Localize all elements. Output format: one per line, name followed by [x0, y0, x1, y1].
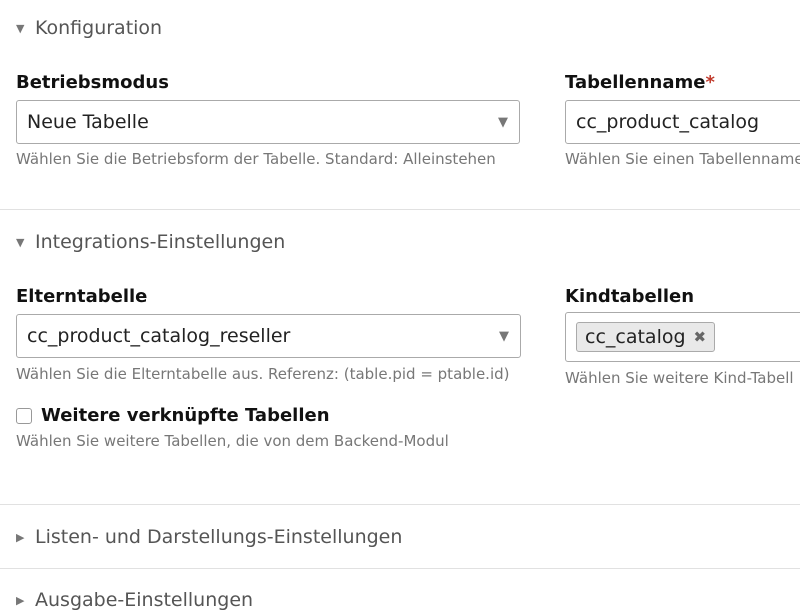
- tabellenname-value: cc_product_catalog: [576, 111, 760, 133]
- betriebsmodus-select[interactable]: Neue Tabelle ▼: [16, 100, 520, 144]
- section-konfiguration-toggle[interactable]: ▼ Konfiguration: [0, 14, 800, 42]
- kindtabellen-label: Kindtabellen: [565, 286, 695, 307]
- tabellenname-hint: Wählen Sie einen Tabellenname: [565, 150, 800, 168]
- betriebsmodus-hint: Wählen Sie die Betriebsform der Tabelle.…: [16, 150, 496, 168]
- section-title: Listen- und Darstellungs-Einstellungen: [35, 526, 403, 548]
- section-integration-toggle[interactable]: ▼ Integrations-Einstellungen: [0, 228, 800, 256]
- triangle-right-icon: ▶: [16, 593, 25, 607]
- section-title: Ausgabe-Einstellungen: [35, 589, 254, 611]
- elterntabelle-select[interactable]: cc_product_catalog_reseller ▼: [16, 314, 521, 358]
- betriebsmodus-value: Neue Tabelle: [27, 111, 149, 133]
- section-title: Integrations-Einstellungen: [35, 231, 286, 253]
- chip-label: cc_catalog: [585, 326, 686, 348]
- dropdown-arrow-icon: ▼: [498, 115, 508, 130]
- required-mark: *: [705, 72, 715, 93]
- section-listen-toggle[interactable]: ▶ Listen- und Darstellungs-Einstellungen: [0, 523, 800, 551]
- section-ausgabe-toggle[interactable]: ▶ Ausgabe-Einstellungen: [0, 586, 800, 614]
- weitere-tabellen-hint: Wählen Sie weitere Tabellen, die von dem…: [16, 432, 449, 450]
- weitere-tabellen-checkbox[interactable]: [16, 408, 32, 424]
- weitere-tabellen-label[interactable]: Weitere verknüpfte Tabellen: [41, 405, 330, 426]
- kindtabellen-hint: Wählen Sie weitere Kind-Tabell: [565, 369, 794, 387]
- dropdown-arrow-icon: ▼: [499, 329, 509, 344]
- tabellenname-label: Tabellenname*: [565, 72, 715, 93]
- section-divider: [0, 568, 800, 569]
- elterntabelle-value: cc_product_catalog_reseller: [27, 325, 291, 347]
- section-title: Konfiguration: [35, 17, 163, 39]
- betriebsmodus-label: Betriebsmodus: [16, 72, 169, 93]
- elterntabelle-label: Elterntabelle: [16, 286, 148, 307]
- elterntabelle-hint: Wählen Sie die Elterntabelle aus. Refere…: [16, 365, 510, 383]
- tabellenname-input[interactable]: cc_product_catalog: [565, 100, 800, 144]
- triangle-right-icon: ▶: [16, 530, 25, 544]
- remove-chip-icon[interactable]: ✖: [694, 328, 707, 346]
- kindtabellen-multiselect[interactable]: cc_catalog ✖: [565, 312, 800, 362]
- section-divider: [0, 209, 800, 210]
- triangle-down-icon: ▼: [16, 235, 25, 249]
- chip-cc-catalog: cc_catalog ✖: [576, 322, 716, 352]
- section-divider: [0, 504, 800, 505]
- triangle-down-icon: ▼: [16, 21, 25, 35]
